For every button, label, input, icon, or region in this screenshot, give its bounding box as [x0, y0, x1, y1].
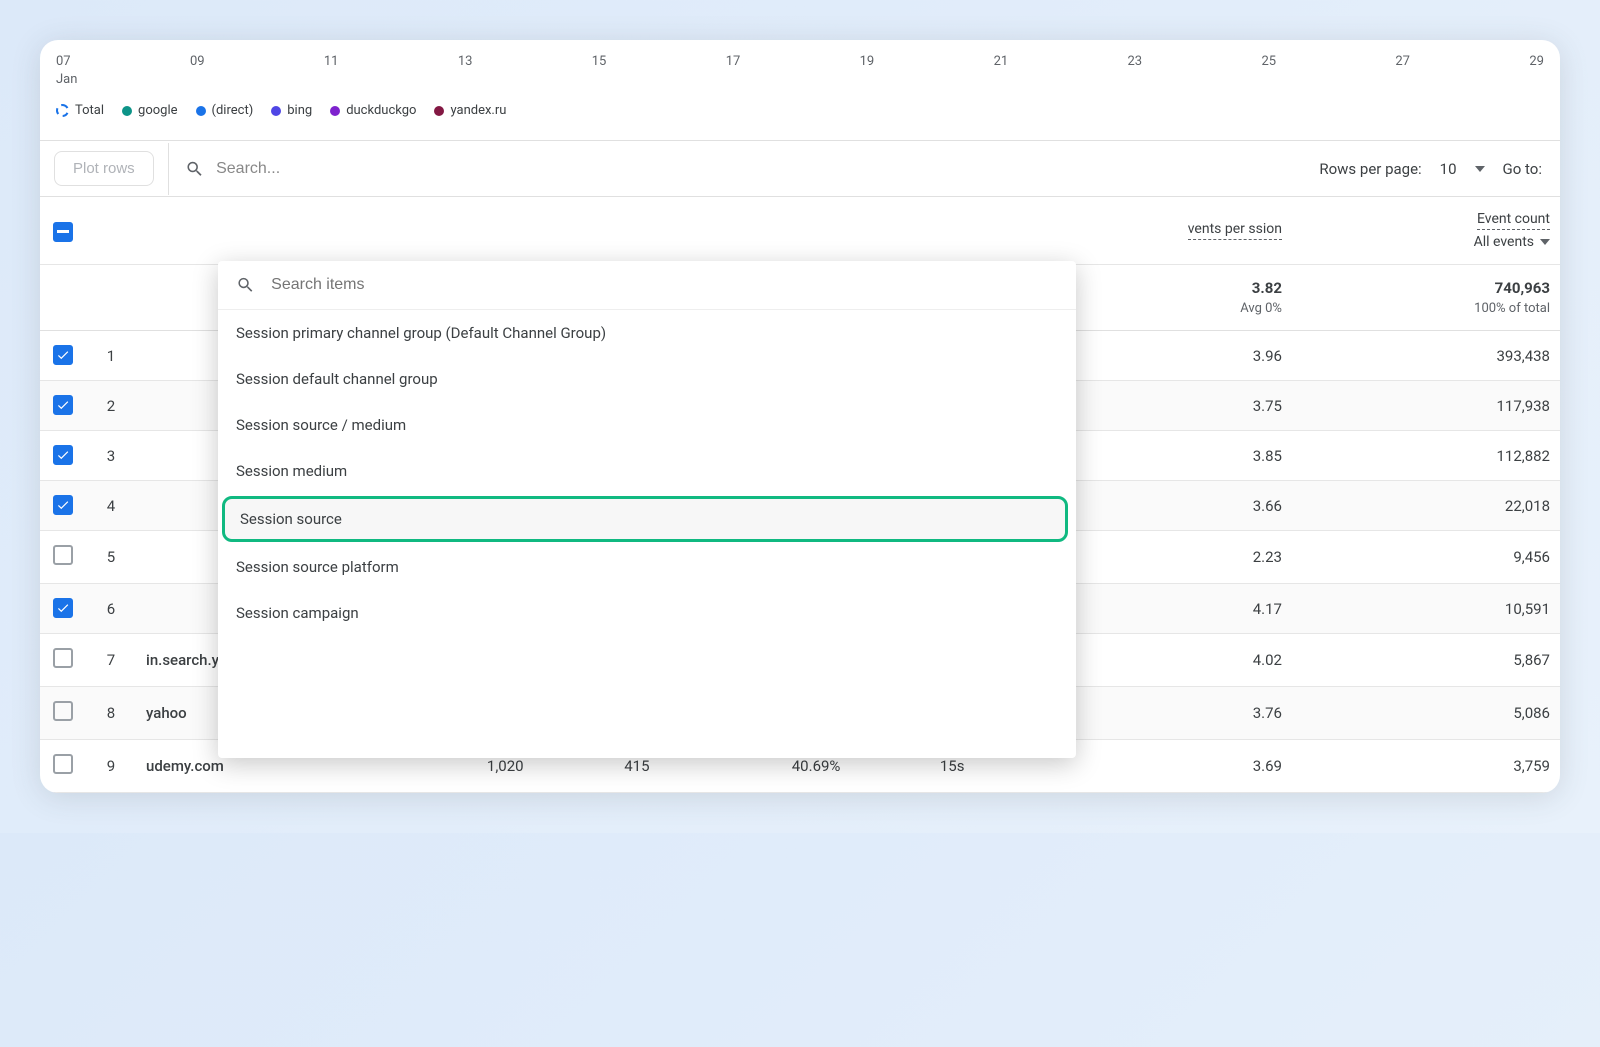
cell-event-count: 9,456 [1292, 531, 1560, 584]
chart-legend: Total google (direct) bing duckduckgo yandex.… [40, 93, 1560, 140]
legend-dot [271, 106, 281, 116]
dropdown-item[interactable]: Session default channel group [218, 356, 1076, 402]
row-checkbox[interactable] [53, 701, 73, 721]
row-checkbox[interactable] [53, 445, 73, 465]
legend-dot [56, 104, 69, 117]
legend-dot [196, 106, 206, 116]
chart-xaxis: 07 09 11 13 15 17 19 21 23 25 27 29 [40, 40, 1560, 72]
row-index: 9 [86, 740, 136, 793]
legend-dot [122, 106, 132, 116]
row-index: 2 [86, 381, 136, 431]
legend-item[interactable]: (direct) [196, 103, 254, 118]
dimension-dropdown: Session primary channel group (Default C… [218, 261, 1076, 758]
chevron-down-icon [1475, 166, 1485, 172]
legend-item[interactable]: Total [56, 103, 104, 118]
cell-event-count: 3,759 [1292, 740, 1560, 793]
rows-per-page-label: Rows per page: [1319, 160, 1421, 178]
xaxis-tick: 27 [1395, 54, 1410, 69]
xaxis-tick: 23 [1128, 54, 1143, 69]
row-checkbox[interactable] [53, 598, 73, 618]
row-index: 1 [86, 331, 136, 381]
col-event-count[interactable]: Event count All events [1302, 211, 1550, 250]
rows-per-page-control: Rows per page: 10 Go to: [1301, 160, 1560, 178]
chart-xaxis-month: Jan [40, 72, 1560, 93]
plot-rows-button[interactable]: Plot rows [54, 151, 154, 186]
xaxis-tick: 09 [190, 54, 205, 69]
cell-event-count: 22,018 [1292, 481, 1560, 531]
legend-dot [330, 106, 340, 116]
table-toolbar: Plot rows Rows per page: 10 Go to: [40, 140, 1560, 197]
cell-event-count: 112,882 [1292, 431, 1560, 481]
dropdown-item[interactable]: Session source platform [218, 544, 1076, 590]
search-icon [185, 159, 204, 179]
dropdown-item[interactable]: Session medium [218, 448, 1076, 494]
legend-item[interactable]: google [122, 103, 177, 118]
dropdown-search[interactable] [218, 261, 1076, 310]
legend-label: duckduckgo [346, 103, 416, 118]
legend-item[interactable]: bing [271, 103, 312, 118]
legend-item[interactable]: duckduckgo [330, 103, 416, 118]
xaxis-tick: 07 [56, 54, 71, 69]
analytics-panel: 070911131517192123252729 Jan Totalgoogle… [40, 40, 1560, 793]
legend-label: yandex.ru [450, 103, 506, 118]
row-checkbox[interactable] [53, 754, 73, 774]
search-icon [236, 275, 255, 295]
chevron-down-icon [1540, 239, 1550, 245]
row-index: 8 [86, 687, 136, 740]
legend-label: bing [287, 103, 312, 118]
row-checkbox[interactable] [53, 345, 73, 365]
xaxis-tick: 15 [592, 54, 607, 69]
row-checkbox[interactable] [53, 648, 73, 668]
xaxis-tick: 13 [458, 54, 473, 69]
dropdown-item[interactable]: Session source [222, 496, 1068, 542]
row-index: 3 [86, 431, 136, 481]
dropdown-item[interactable]: Session source / medium [218, 402, 1076, 448]
row-checkbox[interactable] [53, 545, 73, 565]
legend-dot [434, 106, 444, 116]
legend-label: Total [75, 103, 104, 118]
legend-label: (direct) [212, 103, 254, 118]
rows-per-page-value: 10 [1440, 160, 1457, 178]
row-checkbox[interactable] [53, 395, 73, 415]
search-input[interactable] [216, 160, 1285, 178]
dropdown-item[interactable]: Session primary channel group (Default C… [218, 310, 1076, 356]
row-index: 5 [86, 531, 136, 584]
goto-label: Go to: [1503, 160, 1542, 178]
xaxis-tick: 19 [860, 54, 875, 69]
row-index: 4 [86, 481, 136, 531]
col-events-per-session[interactable]: vents per ssion [984, 221, 1282, 240]
dropdown-item[interactable]: Session campaign [218, 590, 1076, 636]
select-all-checkbox[interactable] [53, 222, 73, 242]
xaxis-tick: 17 [726, 54, 741, 69]
cell-event-count: 5,086 [1292, 687, 1560, 740]
cell-event-count: 5,867 [1292, 634, 1560, 687]
row-index: 6 [86, 584, 136, 634]
cell-event-count: 10,591 [1292, 584, 1560, 634]
dropdown-search-input[interactable] [271, 276, 1058, 294]
row-index: 7 [86, 634, 136, 687]
legend-item[interactable]: yandex.ru [434, 103, 506, 118]
legend-label: google [138, 103, 177, 118]
xaxis-tick: 21 [994, 54, 1009, 69]
cell-event-count: 117,938 [1292, 381, 1560, 431]
rows-per-page-select[interactable]: 10 [1440, 160, 1485, 178]
xaxis-tick: 11 [324, 54, 339, 69]
xaxis-tick: 29 [1529, 54, 1544, 69]
row-checkbox[interactable] [53, 495, 73, 515]
cell-event-count: 393,438 [1292, 331, 1560, 381]
xaxis-tick: 25 [1261, 54, 1276, 69]
table-search[interactable] [168, 143, 1302, 195]
